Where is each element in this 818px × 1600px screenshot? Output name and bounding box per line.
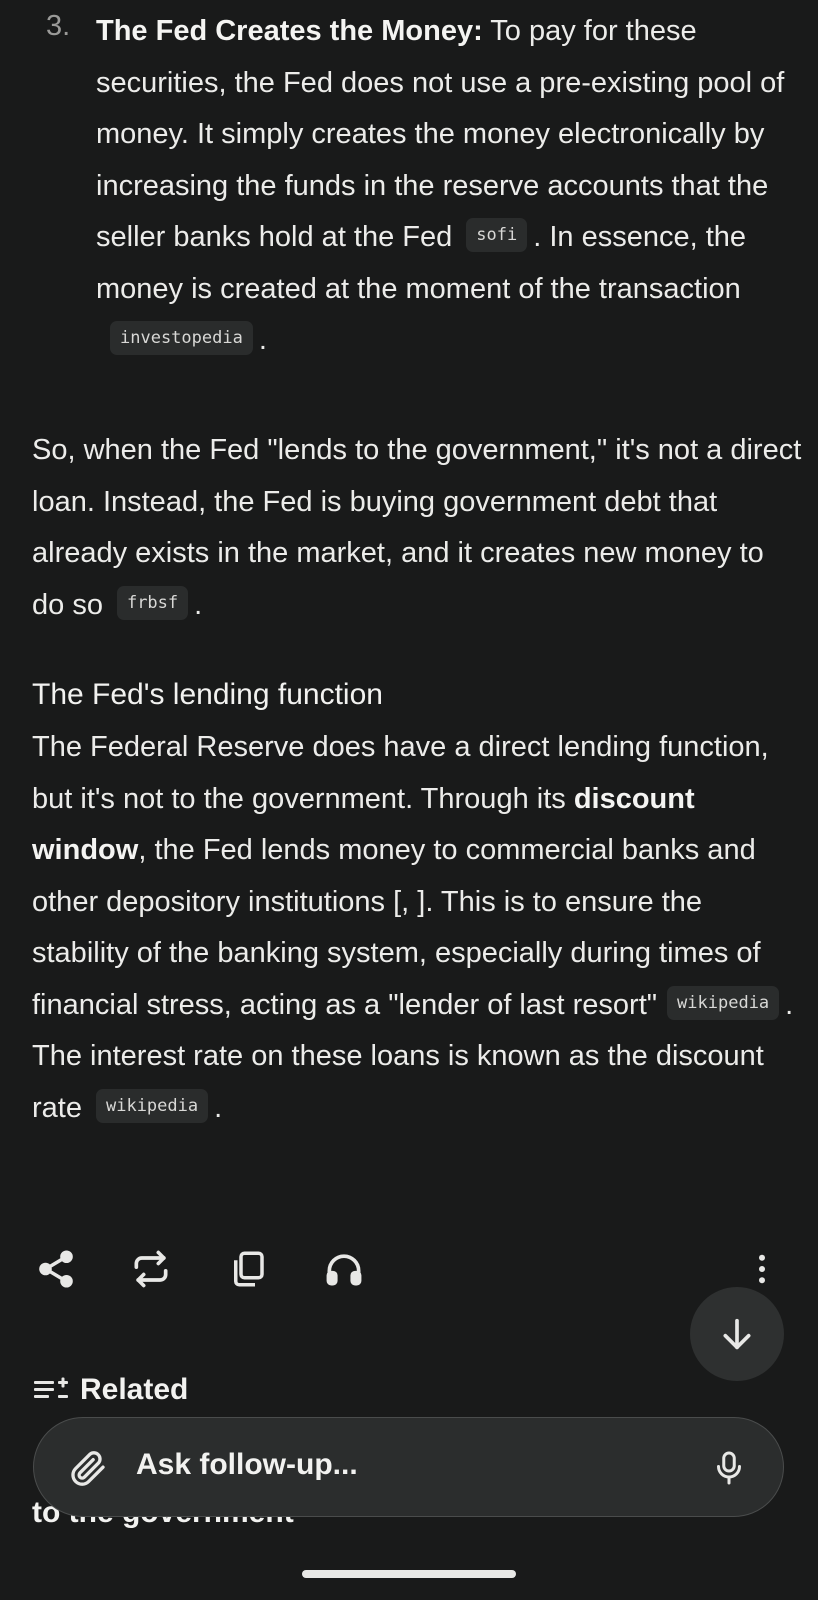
paperclip-icon [71, 1451, 105, 1486]
scroll-down-button[interactable] [690, 1287, 784, 1381]
related-label: Related [80, 1373, 189, 1406]
paragraph-text: . [214, 1091, 223, 1124]
home-indicator [302, 1570, 516, 1578]
citation-chip[interactable]: wikipedia [667, 985, 780, 1020]
list-item-title: The Fed Creates the Money: [96, 15, 483, 47]
related-header: Related [34, 1370, 188, 1410]
paragraph: So, when the Fed "lends to the governmen… [32, 425, 802, 631]
paragraph-text: , the Fed lends money to commercial bank… [32, 834, 761, 1021]
headphones-icon[interactable] [318, 1243, 370, 1295]
citation-chip[interactable]: investopedia [110, 321, 253, 356]
microphone-button[interactable] [705, 1444, 753, 1492]
citation-chip[interactable]: sofi [466, 218, 528, 253]
answer-actions [0, 1243, 818, 1303]
paragraph-text: . [194, 588, 203, 621]
related-list-icon [34, 1377, 68, 1398]
attach-button[interactable] [64, 1444, 112, 1492]
list-item-body: . [258, 324, 267, 356]
copy-icon[interactable] [222, 1243, 274, 1295]
paragraph: The Federal Reserve does have a direct l… [32, 722, 802, 1134]
section-heading: The Fed's lending function [32, 678, 383, 711]
list-item-body: To pay for these securities, the Fed doe… [96, 15, 785, 253]
microphone-icon [717, 1451, 741, 1485]
share-icon[interactable] [30, 1243, 82, 1295]
rewrite-icon[interactable] [125, 1243, 177, 1295]
follow-up-input[interactable]: Ask follow-up... [136, 1448, 358, 1482]
citation-chip[interactable]: frbsf [116, 585, 189, 620]
arrow-down-icon [723, 1318, 751, 1350]
list-number: 3. [46, 10, 71, 42]
follow-up-input-bar[interactable]: Ask follow-up... [33, 1417, 784, 1517]
citation-chip[interactable]: wikipedia [95, 1088, 209, 1123]
list-item-text: The Fed Creates the Money: To pay for th… [96, 6, 796, 367]
